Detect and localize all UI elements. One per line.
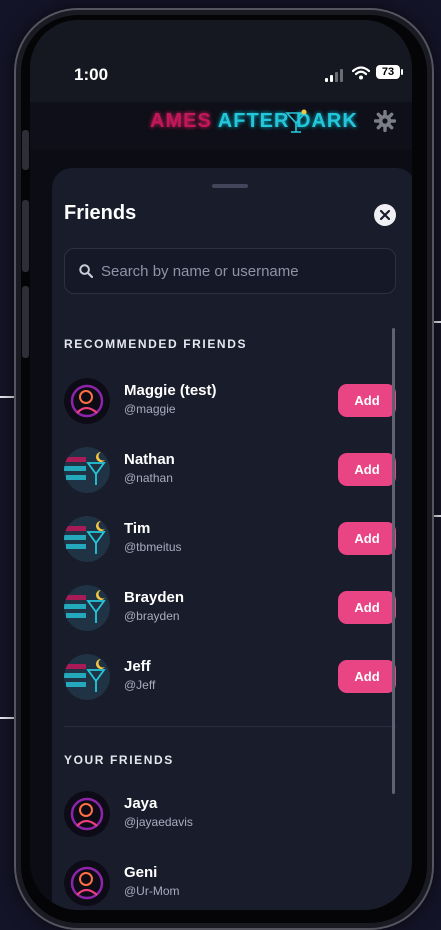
friend-username: @nathan	[124, 471, 173, 485]
backdrop-line-right-2	[434, 515, 441, 517]
friend-name: Brayden	[124, 589, 185, 606]
your-friends-heading: YOUR FRIENDS	[64, 753, 174, 767]
friend-username: @maggie	[124, 402, 176, 416]
recommended-friends-heading: RECOMMENDED FRIENDS	[64, 337, 248, 351]
add-friend-button[interactable]: Add	[338, 591, 396, 624]
add-friend-button[interactable]: Add	[338, 384, 396, 417]
list-item[interactable]: Brayden @brayden Add	[64, 583, 396, 633]
friend-username: @Jeff	[124, 678, 156, 692]
close-button[interactable]	[374, 204, 396, 226]
close-icon	[380, 210, 390, 220]
list-item[interactable]: Geni @Ur-Mom	[64, 858, 396, 908]
section-divider	[64, 726, 396, 727]
app-logo: AMES AFTER DARK	[150, 110, 358, 133]
avatar	[64, 447, 110, 493]
friends-sheet: Friends RECOMMENDED FRIENDS Maggie (test…	[52, 168, 412, 910]
sheet-grabber[interactable]	[212, 184, 248, 188]
phone-screen: 1:00 73 AMES AFTER DARK Friends Search b…	[30, 20, 412, 910]
phone-side-button-volume-down	[22, 286, 29, 358]
phone-side-button-volume-up	[22, 200, 29, 272]
list-item[interactable]: Tim @tbmeitus Add	[64, 514, 396, 564]
backdrop-line-right-1	[434, 321, 441, 323]
friend-username: @jayaedavis	[124, 815, 193, 829]
avatar	[64, 654, 110, 700]
add-friend-button[interactable]: Add	[338, 453, 396, 486]
friend-name: Jaya	[124, 795, 158, 812]
avatar	[64, 585, 110, 631]
scrollbar[interactable]	[392, 328, 395, 794]
sheet-title: Friends	[64, 202, 137, 224]
list-item[interactable]: Nathan @nathan Add	[64, 445, 396, 495]
friend-username: @Ur-Mom	[124, 884, 180, 898]
list-item[interactable]: Maggie (test) @maggie Add	[64, 376, 396, 426]
friend-name: Geni	[124, 864, 158, 881]
friend-name: Maggie (test)	[124, 382, 217, 399]
avatar	[64, 516, 110, 562]
friend-username: @brayden	[124, 609, 180, 623]
list-item[interactable]: Jeff @Jeff Add	[64, 652, 396, 702]
battery-icon: 73	[376, 65, 400, 79]
phone-side-button-mute	[22, 130, 29, 170]
list-item[interactable]: Jaya @jayaedavis	[64, 789, 396, 839]
logo-text-ames: AMES	[150, 110, 212, 132]
signal-icon	[325, 68, 345, 82]
avatar	[64, 791, 110, 837]
friend-name: Jeff	[124, 658, 151, 675]
search-box	[64, 248, 396, 294]
gear-icon[interactable]	[374, 110, 396, 132]
search-input[interactable]	[101, 249, 391, 293]
cocktail-glass-icon	[285, 109, 307, 133]
status-time: 1:00	[74, 65, 109, 84]
friend-name: Nathan	[124, 451, 175, 468]
add-friend-button[interactable]: Add	[338, 660, 396, 693]
friend-username: @tbmeitus	[124, 540, 182, 554]
add-friend-button[interactable]: Add	[338, 522, 396, 555]
friend-name: Tim	[124, 520, 151, 537]
avatar	[64, 860, 110, 906]
wifi-icon	[352, 66, 370, 80]
status-bar: 1:00 73	[30, 20, 412, 102]
search-icon	[79, 264, 93, 278]
avatar	[64, 378, 110, 424]
battery-tip	[401, 69, 403, 75]
